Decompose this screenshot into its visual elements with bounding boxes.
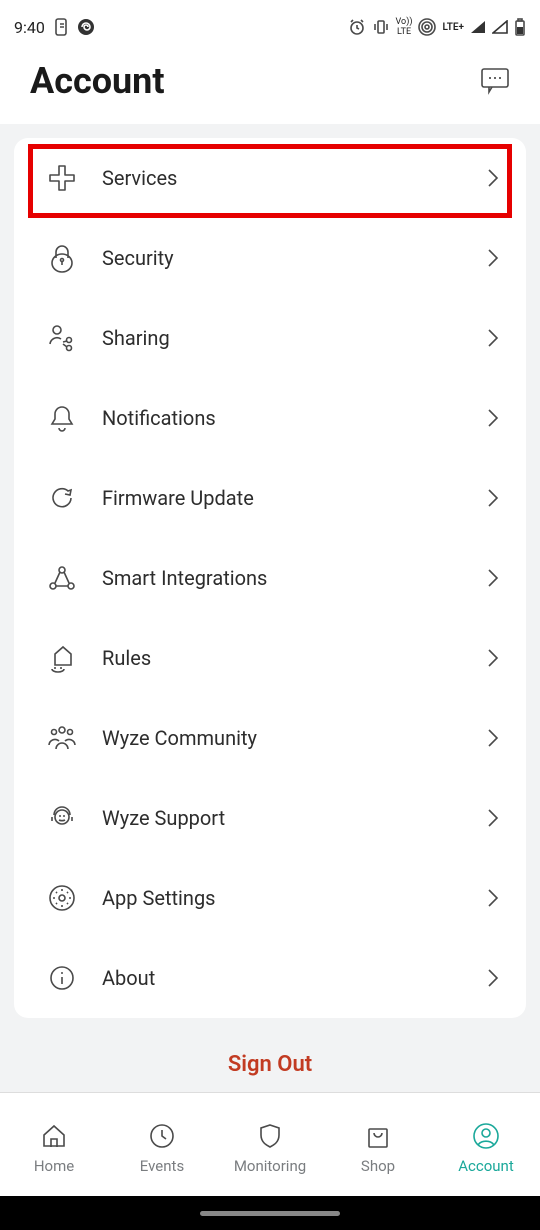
nav-label: Monitoring xyxy=(234,1157,306,1175)
chevron-right-icon xyxy=(478,808,508,828)
app-header: Account xyxy=(0,50,540,124)
nav-events[interactable]: Events xyxy=(112,1121,212,1175)
row-label: About xyxy=(92,966,478,990)
volte-label: Vo)) LTE xyxy=(396,17,413,37)
chevron-right-icon xyxy=(478,888,508,908)
row-label: Notifications xyxy=(92,406,478,430)
nav-account[interactable]: Account xyxy=(436,1121,536,1175)
row-notifications[interactable]: Notifications xyxy=(32,378,508,458)
integration-nodes-icon xyxy=(32,564,92,592)
bottom-nav: Home Events Monitoring Shop Account xyxy=(0,1092,540,1196)
chat-icon[interactable] xyxy=(480,67,510,95)
bell-icon xyxy=(32,403,92,433)
row-label: Rules xyxy=(92,646,478,670)
rules-house-icon xyxy=(32,642,92,674)
status-bar: 9:40 Vo)) LTE LTE+ xyxy=(0,0,540,50)
chevron-right-icon xyxy=(478,728,508,748)
row-label: Sharing xyxy=(92,326,478,350)
hotspot-icon xyxy=(418,18,436,36)
plus-medical-icon xyxy=(32,163,92,193)
row-label: Smart Integrations xyxy=(92,566,478,590)
chevron-right-icon xyxy=(478,968,508,988)
row-label: Services xyxy=(92,166,478,190)
sign-out-button[interactable]: Sign Out xyxy=(14,1018,526,1096)
status-time: 9:40 xyxy=(14,18,45,37)
row-integrations[interactable]: Smart Integrations xyxy=(32,538,508,618)
shield-icon xyxy=(255,1121,285,1151)
home-indicator[interactable] xyxy=(200,1211,340,1216)
signal-icon-2 xyxy=(492,20,508,34)
lte-label: LTE+ xyxy=(442,22,464,33)
row-firmware[interactable]: Firmware Update xyxy=(32,458,508,538)
settings-list: Services Security Sharing Notifications xyxy=(14,138,526,1018)
alarm-clock-icon xyxy=(348,18,366,36)
row-support[interactable]: Wyze Support xyxy=(32,778,508,858)
status-left: 9:40 xyxy=(14,18,95,37)
nav-monitoring[interactable]: Monitoring xyxy=(220,1121,320,1175)
row-services[interactable]: Services xyxy=(32,138,508,218)
nav-label: Shop xyxy=(361,1157,395,1175)
signal-icon-1 xyxy=(470,20,486,34)
row-sharing[interactable]: Sharing xyxy=(32,298,508,378)
chevron-right-icon xyxy=(478,568,508,588)
swirl-icon xyxy=(77,18,95,36)
row-label: Wyze Community xyxy=(92,726,478,750)
sim-icon xyxy=(53,18,69,36)
row-label: Security xyxy=(92,246,478,270)
content-area: Services Security Sharing Notifications xyxy=(0,124,540,1096)
nav-shop[interactable]: Shop xyxy=(328,1121,428,1175)
gear-icon xyxy=(32,883,92,913)
nav-label: Events xyxy=(140,1157,184,1175)
row-label: App Settings xyxy=(92,886,478,910)
row-appsettings[interactable]: App Settings xyxy=(32,858,508,938)
chevron-right-icon xyxy=(478,488,508,508)
nav-home[interactable]: Home xyxy=(4,1121,104,1175)
chevron-right-icon xyxy=(478,408,508,428)
home-icon xyxy=(39,1121,69,1151)
status-right: Vo)) LTE LTE+ xyxy=(348,17,526,37)
chevron-right-icon xyxy=(478,328,508,348)
person-circle-icon xyxy=(471,1121,501,1151)
support-headset-icon xyxy=(32,803,92,833)
row-security[interactable]: Security xyxy=(32,218,508,298)
system-black-bar xyxy=(0,1196,540,1230)
row-label: Wyze Support xyxy=(92,806,478,830)
nav-label: Home xyxy=(34,1157,74,1175)
lock-icon xyxy=(32,242,92,274)
info-icon xyxy=(32,964,92,992)
chevron-right-icon xyxy=(478,648,508,668)
vibrate-icon xyxy=(372,18,390,36)
community-people-icon xyxy=(32,723,92,753)
battery-icon xyxy=(514,18,526,36)
clock-icon xyxy=(147,1121,177,1151)
share-people-icon xyxy=(32,323,92,353)
row-label: Firmware Update xyxy=(92,486,478,510)
row-about[interactable]: About xyxy=(32,938,508,1018)
refresh-icon xyxy=(32,484,92,512)
chevron-right-icon xyxy=(478,248,508,268)
page-title: Account xyxy=(30,60,165,102)
chevron-right-icon xyxy=(478,168,508,188)
bag-icon xyxy=(363,1121,393,1151)
row-community[interactable]: Wyze Community xyxy=(32,698,508,778)
nav-label: Account xyxy=(458,1157,514,1175)
row-rules[interactable]: Rules xyxy=(32,618,508,698)
